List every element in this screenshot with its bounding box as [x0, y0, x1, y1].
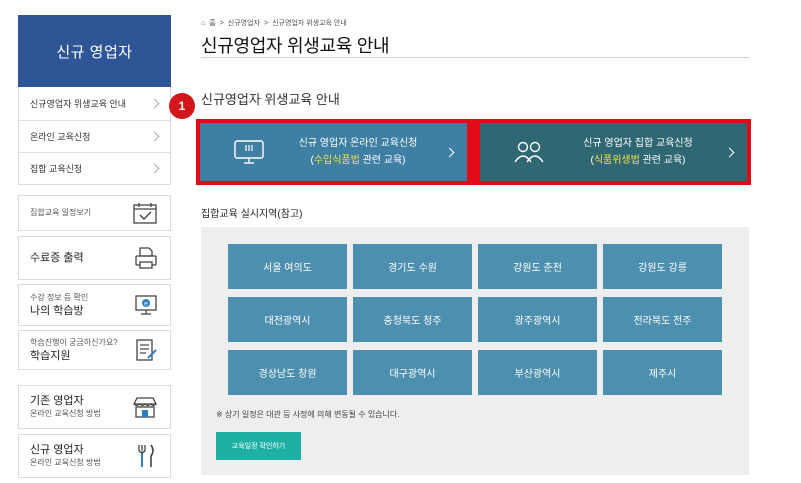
store-icon — [132, 397, 158, 418]
sidebar-item-online-apply[interactable]: 온라인 교육신청 — [19, 120, 170, 152]
new-operator-text: 신규 영업자 온라인 교육신청 방법 — [30, 443, 101, 469]
learning-support-link[interactable]: 학습진행이 궁금하신가요? 학습지원 — [18, 330, 171, 370]
my-study-room-link[interactable]: 수강 정보 등 확인 나의 학습방 e — [18, 284, 171, 326]
monitor-e-icon: e — [135, 295, 157, 315]
sidebar-item-group-apply[interactable]: 집합 교육신청 — [19, 152, 170, 184]
region-button[interactable]: 강원도 춘천 — [478, 244, 597, 289]
breadcrumb-home[interactable]: 홈 — [209, 18, 215, 28]
sidebar-item-label: 온라인 교육신청 — [30, 132, 91, 142]
title-divider — [201, 57, 749, 58]
certificate-print-label: 수료증 출력 — [30, 252, 84, 264]
region-panel: 서울 여의도 경기도 수원 강원도 춘천 강원도 강릉 대전광역시 충청북도 청… — [201, 227, 749, 475]
online-apply-button[interactable]: 신규 영업자 온라인 교육신청 (수입식품법 관련 교육) — [200, 123, 467, 181]
sidebar-menu: 신규영업자 위생교육 안내 온라인 교육신청 집합 교육신청 — [18, 87, 171, 185]
people-icon — [510, 137, 548, 167]
sidebar-item-hygiene-guide[interactable]: 신규영업자 위생교육 안내 — [19, 87, 170, 120]
sidebar-item-label: 신규영업자 위생교육 안내 — [30, 99, 127, 109]
group-apply-title: 신규 영업자 집합 교육신청 — [583, 138, 693, 149]
region-button[interactable]: 대구광역시 — [353, 350, 472, 395]
schedule-label: 집합교육 일정보기 — [30, 208, 92, 217]
breadcrumb-item[interactable]: 신규영업자 위생교육 안내 — [272, 18, 347, 28]
group-apply-suffix: 관련 교육) — [639, 155, 686, 166]
sidebar-item-label: 집합 교육신청 — [30, 164, 83, 174]
certificate-print-link[interactable]: 수료증 출력 — [18, 236, 171, 280]
new-operator-sub: 온라인 교육신청 방법 — [30, 458, 101, 467]
my-study-room-sub: 수강 정보 등 확인 — [30, 293, 89, 302]
step-badge: 1 — [169, 93, 195, 119]
fork-knife-icon — [138, 444, 154, 467]
my-study-room-label: 나의 학습방 — [30, 305, 84, 317]
online-apply-suffix: 관련 교육) — [359, 155, 406, 166]
chevron-right-icon — [444, 147, 455, 157]
group-apply-subtitle: (식품위생법 관련 교육) — [590, 152, 685, 169]
schedule-link[interactable]: 집합교육 일정보기 — [18, 195, 171, 231]
calendar-check-icon — [133, 203, 157, 224]
home-icon[interactable]: ⌂ — [201, 20, 205, 27]
region-button[interactable]: 광주광역시 — [478, 297, 597, 342]
region-button[interactable]: 대전광역시 — [228, 297, 347, 342]
online-apply-text: 신규 영업자 온라인 교육신청 (수입식품법 관련 교육) — [280, 135, 436, 169]
existing-operator-sub: 온라인 교육신청 방법 — [30, 409, 101, 418]
region-button[interactable]: 서울 여의도 — [228, 244, 347, 289]
breadcrumb-item[interactable]: 신규영업자 — [228, 18, 260, 28]
region-button[interactable]: 충청북도 청주 — [353, 297, 472, 342]
region-title: 집합교육 실시지역(참고) — [201, 209, 303, 220]
breadcrumb-separator: > — [263, 19, 269, 27]
breadcrumb: ⌂ 홈 > 신규영업자 > 신규영업자 위생교육 안내 — [201, 18, 347, 28]
existing-operator-link[interactable]: 기존 영업자 온라인 교육신청 방법 — [18, 385, 171, 429]
online-apply-highlight: 수입식품법 — [313, 155, 360, 166]
existing-operator-label: 기존 영업자 — [30, 395, 84, 407]
region-button[interactable]: 경기도 수원 — [353, 244, 472, 289]
svg-text:e: e — [144, 301, 148, 308]
existing-operator-text: 기존 영업자 온라인 교육신청 방법 — [30, 394, 101, 420]
printer-icon — [135, 247, 157, 269]
learning-support-text: 학습진행이 궁금하신가요? 학습지원 — [30, 337, 118, 363]
chevron-right-icon — [149, 98, 160, 109]
chevron-right-icon — [724, 147, 735, 157]
new-operator-label: 신규 영업자 — [30, 444, 84, 456]
region-button[interactable]: 제주시 — [603, 350, 722, 395]
region-grid: 서울 여의도 경기도 수원 강원도 춘천 강원도 강릉 대전광역시 충청북도 청… — [228, 244, 722, 395]
region-button[interactable]: 경상남도 창원 — [228, 350, 347, 395]
page-title: 신규영업자 위생교육 안내 — [201, 36, 390, 56]
region-button[interactable]: 전라북도 전주 — [603, 297, 722, 342]
group-apply-button[interactable]: 신규 영업자 집합 교육신청 (식품위생법 관련 교육) — [480, 123, 747, 181]
learning-support-sub: 학습진행이 궁금하신가요? — [30, 338, 118, 347]
document-pen-icon — [136, 339, 157, 361]
breadcrumb-separator: > — [219, 19, 224, 27]
chevron-right-icon — [149, 131, 160, 142]
section-title: 신규영업자 위생교육 안내 — [201, 92, 340, 107]
online-apply-title: 신규 영업자 온라인 교육신청 — [298, 138, 418, 149]
my-study-room-text: 수강 정보 등 확인 나의 학습방 — [30, 292, 88, 318]
sidebar-title: 신규 영업자 — [18, 15, 171, 87]
cta-highlight-box: 신규 영업자 온라인 교육신청 (수입식품법 관련 교육) 신규 영업자 집합 … — [196, 119, 751, 185]
check-schedule-button[interactable]: 교육일정 확인하기 — [216, 432, 301, 460]
online-apply-subtitle: (수입식품법 관련 교육) — [310, 152, 405, 169]
region-note: ※ 상기 일정은 대관 등 사정에 의해 변동될 수 있습니다. — [216, 410, 400, 419]
region-button[interactable]: 강원도 강릉 — [603, 244, 722, 289]
group-apply-text: 신규 영업자 집합 교육신청 (식품위생법 관련 교육) — [560, 135, 716, 169]
monitor-icon — [230, 137, 268, 167]
group-apply-highlight: 식품위생법 — [593, 155, 640, 166]
new-operator-link[interactable]: 신규 영업자 온라인 교육신청 방법 — [18, 434, 171, 478]
chevron-right-icon — [149, 163, 160, 174]
learning-support-label: 학습지원 — [30, 350, 71, 362]
region-button[interactable]: 부산광역시 — [478, 350, 597, 395]
